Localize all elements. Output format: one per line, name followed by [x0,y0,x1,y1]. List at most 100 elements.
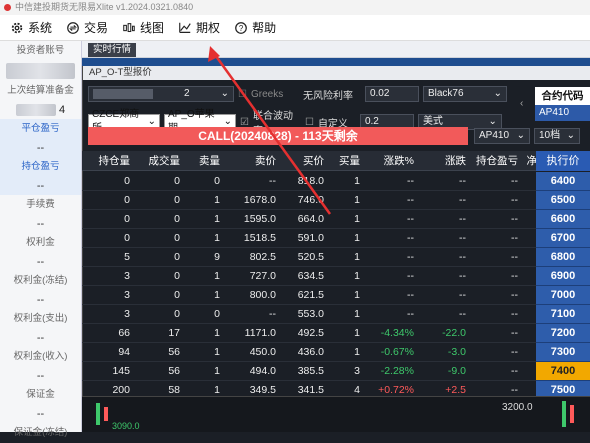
col-ask-price[interactable]: 卖价 [220,151,276,171]
expiry-banner: CALL(20240828) - 113天剩余 [88,127,468,145]
cell-ask: 450.0 [249,346,276,358]
cell-ask-qty: 0 [214,175,220,187]
chevron-down-icon: ⌄ [516,130,525,141]
strike-cell[interactable]: 6700 [536,229,590,248]
custom-checkbox[interactable]: ☐ [305,117,314,128]
cell-vol: 0 [174,270,180,282]
table-row[interactable]: 0011518.5591.01------0862.5 [82,229,590,248]
table-row[interactable]: 0011678.0746.01------01026.0 [82,191,590,210]
table-row[interactable]: 0011595.0664.01------0943.0 [82,210,590,229]
table-row[interactable]: 000--818.01------01111.5 [82,172,590,191]
menu-trade[interactable]: 交易 [66,19,108,36]
col-change-pct[interactable]: 涨跌% [360,151,414,171]
investor-label: 投资者账号 [16,45,65,56]
col-volume[interactable]: 成交量 [130,151,181,171]
strike-cell[interactable]: 6500 [536,191,590,210]
cell-oi: 94 [118,346,130,358]
col-bid-price[interactable]: 买价 [276,151,324,171]
table-row[interactable]: 509802.5520.51------0785.0 [82,248,590,267]
cell-oi: 3 [124,270,130,282]
fee-value: -- [36,218,45,230]
cell-bid-qty: 1 [354,213,360,225]
menu-system-label: 系统 [28,21,53,35]
candle-mark [562,401,566,427]
cell-chg-pct: -- [407,213,414,225]
cell-vol: 0 [174,194,180,206]
close-pnl-label[interactable]: 平仓盈亏 [0,119,81,139]
controls-row-1: 2 ⌄ ☐ Greeks 无风险利率 0.02 Black76 ⌄ [88,86,507,102]
model-value: Black76 [427,88,464,99]
riskfree-input[interactable]: 0.02 [364,86,419,102]
strike-cell[interactable]: 6400 [536,172,590,191]
cell-oi: 145 [112,365,130,377]
cell-bid: 385.5 [297,365,324,377]
cell-pnl: -- [511,289,518,301]
strike-cell[interactable]: 7300 [536,343,590,362]
col-open-interest[interactable]: 持仓量 [82,151,131,171]
quote-table-header: 持仓量 成交量 卖量 卖价 买价 买量 涨跌% 涨跌 持仓盈亏 净持仓 最新 [82,151,590,171]
tab-realtime-quotes[interactable]: 实时行情 [88,43,137,57]
underlying-select[interactable]: AP410 ⌄ [474,128,530,144]
cell-bid-qty: 1 [354,251,360,263]
cell-chg: -- [459,213,466,225]
cell-ask-qty: 1 [214,194,220,206]
model-select[interactable]: Black76 ⌄ [422,86,507,102]
col-strike[interactable]: 执行价 [536,151,590,171]
cell-chg-pct: -- [407,175,414,187]
col-bid-qty[interactable]: 买量 [324,151,360,171]
col-ask-qty[interactable]: 卖量 [180,151,220,171]
table-row[interactable]: 300--553.01------0599.0 [82,305,590,324]
cell-ask: 802.5 [249,251,276,263]
cell-bid: 818.0 [297,175,324,187]
table-row[interactable]: 145561494.0385.53-2.28%-9.0--0385.5 [82,362,590,381]
col-change[interactable]: 涨跌 [414,151,466,171]
strike-cell[interactable]: 6800 [536,248,590,267]
strike-cell[interactable]: 7200 [536,324,590,343]
cell-chg: -22.0 [442,327,466,339]
strike-cell[interactable]: 6900 [536,267,590,286]
cell-bid: 492.5 [297,327,324,339]
contract-list-item[interactable]: AP410 [535,105,590,121]
cell-pnl: -- [511,270,518,282]
contract-list: 合约代码 AP410 [535,87,590,123]
close-pnl-value: -- [0,139,81,157]
strike-cell[interactable]: 7400 [536,362,590,381]
greeks-checkbox[interactable]: ☐ [238,89,247,100]
cell-bid-qty: 1 [354,346,360,358]
cell-ask-qty: 1 [214,232,220,244]
menu-bar: 系统 交易 线图 期权 ? 帮助 [0,15,590,41]
cell-chg: -- [459,232,466,244]
low-price-label: 3090.0 [112,421,140,431]
cell-chg: -- [459,308,466,320]
menu-system[interactable]: 系统 [10,19,52,36]
menu-chart[interactable]: 线图 [122,19,164,36]
table-row[interactable]: 661711171.0492.51-4.34%-22.0--0485.0 [82,324,590,343]
strike-cell[interactable]: 6600 [536,210,590,229]
levels-select[interactable]: 10档 ⌄ [534,128,580,144]
cell-ask-qty: 9 [214,251,220,263]
cell-bid: 621.5 [297,289,324,301]
cell-chg: -- [459,194,466,206]
cell-ask-qty: 1 [214,213,220,225]
strike-cell[interactable]: 7000 [536,286,590,305]
combine-vol-checkbox[interactable]: ☑ [240,117,249,128]
col-position-pnl[interactable]: 持仓盈亏 [466,151,518,171]
cell-ask: 1678.0 [243,194,276,206]
cell-chg-pct: -- [407,289,414,301]
collapse-left-icon[interactable]: ‹ [520,98,523,109]
riskfree-label: 无风险利率 [302,90,353,102]
account-select[interactable]: 2 ⌄ [88,86,234,102]
table-row[interactable]: 94561450.0436.01-0.67%-3.0--0445.0 [82,343,590,362]
table-row[interactable]: 301800.0621.51------0600.0 [82,286,590,305]
cell-bid: 591.0 [297,232,324,244]
cell-bid: 436.0 [297,346,324,358]
table-row[interactable]: 301727.0634.51------0709.5 [82,267,590,286]
settle-label: 上次结算准备金 [7,85,74,96]
menu-help[interactable]: ? 帮助 [234,19,276,36]
position-pnl-label[interactable]: 持仓盈亏 [0,157,81,177]
menu-options[interactable]: 期权 [178,19,220,36]
strike-cell[interactable]: 7100 [536,305,590,324]
cell-oi: 0 [124,194,130,206]
settle-redacted [15,104,56,116]
premium-received-label: 权利金(收入) [13,351,68,362]
